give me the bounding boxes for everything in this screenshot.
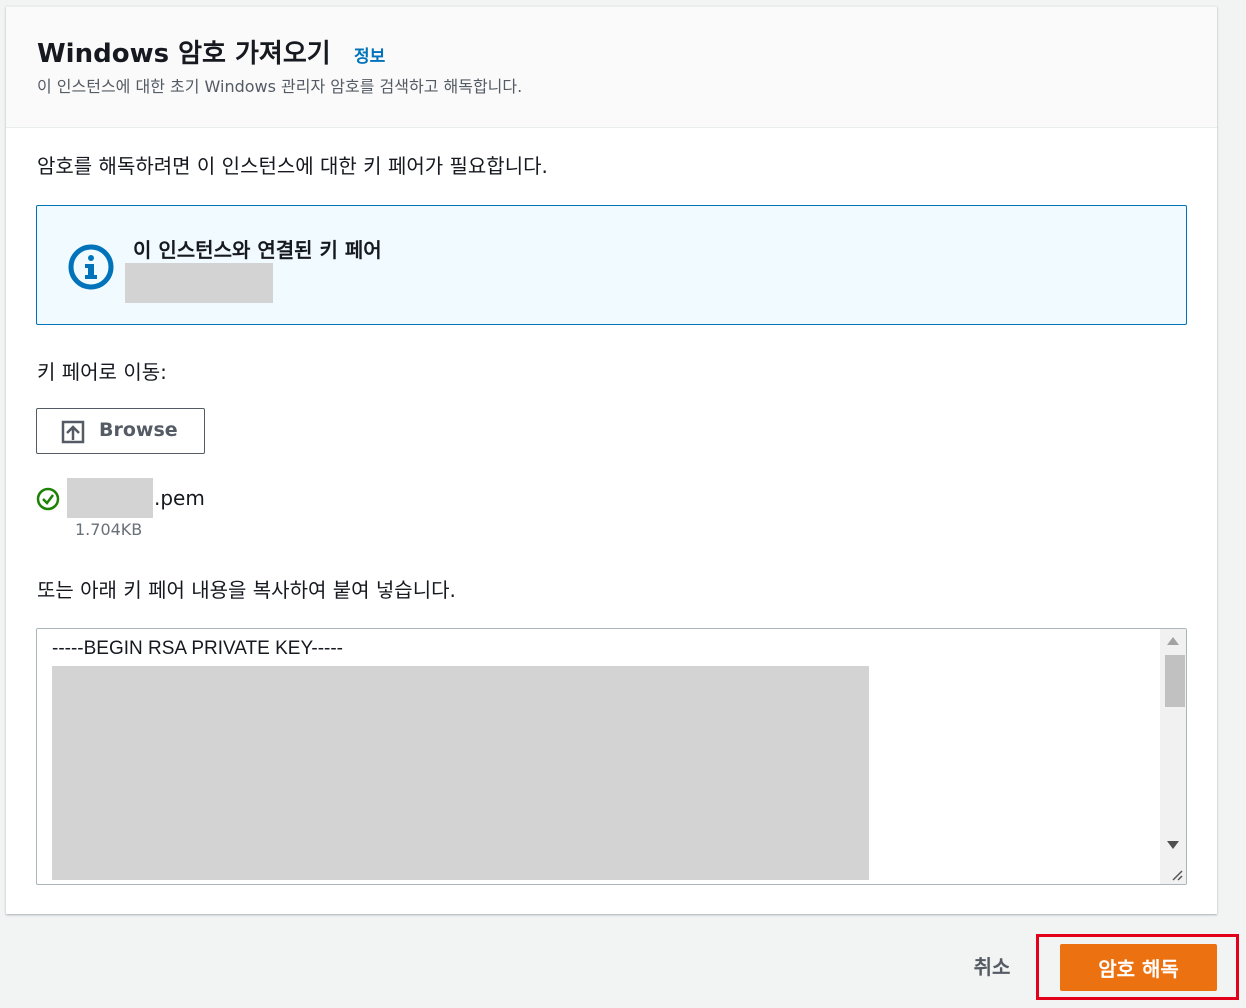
cancel-button[interactable]: 취소 xyxy=(960,945,1024,985)
scroll-up-arrow-icon[interactable] xyxy=(1167,637,1179,645)
paste-key-label: 또는 아래 키 페어 내용을 복사하여 붙여 넣습니다. xyxy=(37,578,456,602)
key-pair-navigate-label: 키 페어로 이동: xyxy=(37,360,167,384)
browse-button-label: Browse xyxy=(99,419,178,441)
upload-icon xyxy=(61,420,85,444)
page-title: Windows 암호 가져오기 xyxy=(37,39,331,69)
file-extension: .pem xyxy=(154,486,205,510)
page-description: 이 인스턴스에 대한 초기 Windows 관리자 암호를 검색하고 해독합니다… xyxy=(37,77,523,96)
panel-header: Windows 암호 가져오기 정보 이 인스턴스에 대한 초기 Windows… xyxy=(6,7,1217,128)
check-circle-icon xyxy=(36,487,60,511)
get-windows-password-panel: Windows 암호 가져오기 정보 이 인스턴스에 대한 초기 Windows… xyxy=(6,6,1217,914)
private-key-first-line: -----BEGIN RSA PRIVATE KEY----- xyxy=(52,638,344,659)
redacted-key-pair-name xyxy=(125,263,273,303)
info-link[interactable]: 정보 xyxy=(354,42,385,67)
intro-text: 암호를 해독하려면 이 인스턴스에 대한 키 페어가 필요합니다. xyxy=(37,154,548,178)
decrypt-password-button[interactable]: 암호 해독 xyxy=(1060,944,1217,991)
redacted-private-key xyxy=(52,666,869,880)
private-key-textarea[interactable]: -----BEGIN RSA PRIVATE KEY----- xyxy=(36,628,1187,885)
scroll-thumb[interactable] xyxy=(1165,655,1185,707)
textarea-scrollbar[interactable] xyxy=(1160,629,1186,884)
scroll-down-arrow-icon[interactable] xyxy=(1167,841,1179,849)
file-size: 1.704KB xyxy=(75,520,143,539)
resize-grip-icon[interactable] xyxy=(1170,868,1184,882)
alert-title: 이 인스턴스와 연결된 키 페어 xyxy=(133,238,382,262)
redacted-file-name xyxy=(67,478,153,518)
key-pair-info-alert: 이 인스턴스와 연결된 키 페어 xyxy=(36,205,1187,325)
browse-button[interactable]: Browse xyxy=(36,408,205,454)
info-icon xyxy=(68,244,114,290)
